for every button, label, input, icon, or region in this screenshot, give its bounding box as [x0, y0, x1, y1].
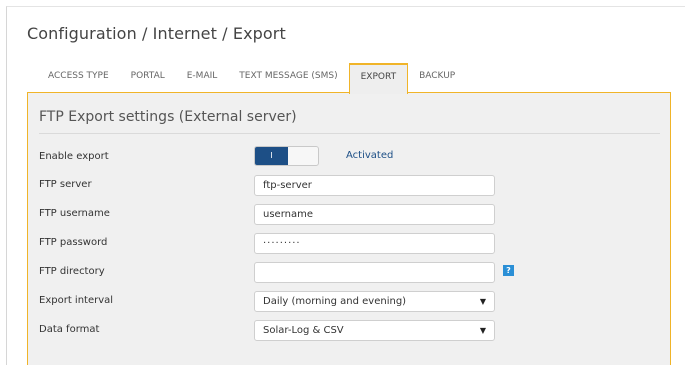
ftp-server-label: FTP server	[39, 179, 92, 190]
divider	[39, 133, 660, 134]
chevron-down-icon: ▼	[479, 297, 486, 306]
tab-text-message[interactable]: TEXT MESSAGE (SMS)	[228, 71, 348, 94]
data-format-label: Data format	[39, 324, 100, 335]
ftp-username-input[interactable]: username	[254, 204, 495, 225]
export-interval-value: Daily (morning and evening)	[263, 296, 407, 307]
tab-portal[interactable]: PORTAL	[120, 71, 176, 94]
panel-title: FTP Export settings (External server)	[39, 109, 297, 125]
enable-export-status: Activated	[346, 150, 394, 161]
tab-backup[interactable]: BACKUP	[408, 71, 466, 94]
data-format-value: Solar-Log & CSV	[263, 325, 344, 336]
ftp-password-label: FTP password	[39, 237, 108, 248]
toggle-on-indicator: I	[255, 147, 288, 165]
tab-e-mail[interactable]: E-MAIL	[176, 71, 229, 94]
tab-access-type[interactable]: ACCESS TYPE	[37, 71, 120, 94]
ftp-username-label: FTP username	[39, 208, 110, 219]
data-format-select[interactable]: Solar-Log & CSV ▼	[254, 320, 495, 341]
enable-export-toggle[interactable]: I	[254, 146, 319, 166]
breadcrumb: Configuration / Internet / Export	[27, 24, 286, 43]
ftp-server-input[interactable]: ftp-server	[254, 175, 495, 196]
export-interval-label: Export interval	[39, 295, 114, 306]
help-icon[interactable]: ?	[503, 265, 514, 276]
chevron-down-icon: ▼	[479, 326, 486, 335]
ftp-export-panel: FTP Export settings (External server) En…	[27, 92, 671, 365]
enable-export-label: Enable export	[39, 151, 109, 162]
tab-bar: ACCESS TYPE PORTAL E-MAIL TEXT MESSAGE (…	[37, 62, 466, 94]
ftp-password-input[interactable]: ·········	[254, 233, 495, 254]
ftp-directory-label: FTP directory	[39, 266, 105, 277]
ftp-directory-input[interactable]	[254, 262, 495, 283]
export-interval-select[interactable]: Daily (morning and evening) ▼	[254, 291, 495, 312]
tab-export[interactable]: EXPORT	[348, 63, 409, 94]
